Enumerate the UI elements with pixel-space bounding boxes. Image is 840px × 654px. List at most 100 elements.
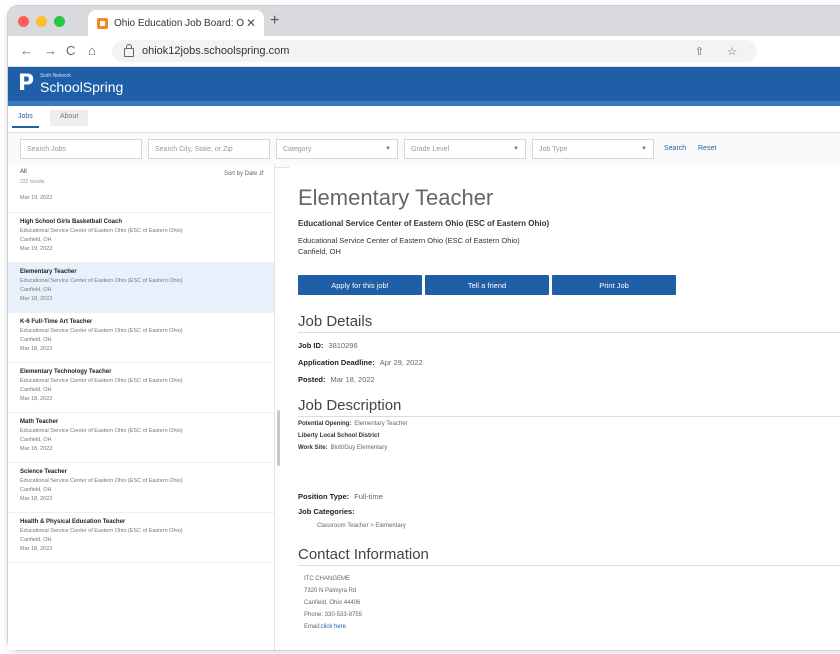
contact-email-label: Email: <box>304 624 321 630</box>
maximize-window-icon[interactable] <box>54 16 65 27</box>
job-location: Canfield, OH <box>20 487 52 493</box>
new-tab-icon[interactable]: + <box>270 12 279 30</box>
job-title: Elementary Teacher <box>20 269 77 275</box>
job-title: Science Teacher <box>20 469 67 475</box>
section-divider <box>298 332 840 333</box>
potential-opening-label: Potential Opening: <box>298 421 352 427</box>
sort-icon: ⇵ <box>258 171 264 177</box>
list-item[interactable]: High School Girls Basketball Coach Educa… <box>8 213 274 263</box>
address-bar[interactable]: ohiok12jobs.schoolspring.com ⇧ ☆ <box>112 40 757 62</box>
list-item[interactable]: Science Teacher Educational Service Cent… <box>8 463 274 513</box>
job-categories-label: Job Categories: <box>298 507 355 516</box>
brand-name[interactable]: SchoolSpring <box>40 79 123 95</box>
list-item[interactable]: K-6 Full-Time Art Teacher Educational Se… <box>8 313 274 363</box>
reset-button[interactable]: Reset <box>698 145 716 152</box>
work-site-row: Work Site: Blott/Guy Elementary <box>298 445 387 451</box>
job-id-row: Job ID: 3810296 <box>298 341 358 350</box>
job-date: Mar 18, 2022 <box>20 496 53 502</box>
search-location-input[interactable]: Search City, State, or Zip <box>148 139 270 159</box>
tab-jobs[interactable]: Jobs <box>12 113 39 128</box>
section-divider <box>298 416 840 417</box>
job-description-heading: Job Description <box>298 397 402 414</box>
job-org: Educational Service Center of Eastern Oh… <box>20 528 183 534</box>
contact-name: ITC CHANGEME <box>304 576 351 582</box>
chevron-down-icon: ▼ <box>641 146 647 152</box>
job-title: Math Teacher <box>20 419 59 425</box>
result-count: 222 results <box>20 179 45 185</box>
job-location: Canfield, OH <box>20 387 52 393</box>
job-id-value: 3810296 <box>328 341 358 350</box>
section-divider <box>298 565 840 566</box>
minimize-window-icon[interactable] <box>36 16 47 27</box>
job-date: Mar 18, 2022 <box>20 546 53 552</box>
job-location: Canfield, OH <box>20 337 52 343</box>
reload-icon[interactable]: C <box>66 43 75 58</box>
contact-heading: Contact Information <box>298 546 429 563</box>
sort-label: Sort by Date <box>223 171 258 177</box>
home-icon[interactable]: ⌂ <box>88 43 96 58</box>
job-date: Mar 18, 2022 <box>20 346 53 352</box>
browser-tab[interactable]: Ohio Education Job Board: On ✕ <box>88 10 264 36</box>
work-site-value: Blott/Guy Elementary <box>330 445 388 451</box>
job-date: Mar 19, 2022 <box>20 246 53 252</box>
posted-row: Posted: Mar 18, 2022 <box>298 375 375 384</box>
job-list-pane: All 222 results Sort by Date ⇵ Mar 19, 2… <box>8 165 275 650</box>
list-item[interactable]: Math Teacher Educational Service Center … <box>8 413 274 463</box>
list-filter-all[interactable]: All <box>20 169 27 175</box>
forward-icon[interactable]: → <box>44 43 57 58</box>
category-select[interactable]: Category ▼ <box>276 139 398 159</box>
browser-toolbar: ← → C ⌂ ohiok12jobs.schoolspring.com ⇧ ☆ <box>8 36 840 67</box>
work-site-label: Work Site: <box>298 445 328 451</box>
contact-address-1: 7320 N Palmyra Rd <box>304 588 357 594</box>
search-button[interactable]: Search <box>664 145 686 152</box>
deadline-row: Application Deadline: Apr 29, 2022 <box>298 358 423 367</box>
close-window-icon[interactable] <box>18 16 29 27</box>
list-item[interactable]: Mar 19, 2022 <box>8 193 274 213</box>
contact-phone: Phone: 330-533-8755 <box>304 612 363 618</box>
grade-level-placeholder: Grade Level <box>411 145 450 153</box>
job-category-value: Classroom Teacher > Elementary <box>314 523 406 529</box>
job-type-select[interactable]: Job Type ▼ <box>532 139 654 159</box>
employer-line: Educational Service Center of Eastern Oh… <box>298 236 520 245</box>
job-org: Educational Service Center of Eastern Oh… <box>20 278 183 284</box>
job-location: Canfield, OH <box>20 537 52 543</box>
list-item-selected[interactable]: Elementary Teacher Educational Service C… <box>8 263 274 313</box>
back-icon[interactable]: ← <box>20 43 33 58</box>
apply-button[interactable]: Apply for this job! <box>298 275 422 295</box>
district-row: Liberty Local School District <box>298 433 379 439</box>
list-item[interactable]: Elementary Technology Teacher Educationa… <box>8 363 274 413</box>
contact-address-2: Canfield, Ohio 44406 <box>304 600 361 606</box>
job-date: Mar 18, 2022 <box>20 296 53 302</box>
position-type-row: Position Type: Full-time <box>298 492 383 501</box>
sort-by-date[interactable]: Sort by Date ⇵ <box>224 170 264 177</box>
chevron-down-icon: ▼ <box>513 146 519 152</box>
schoolspring-logo-icon[interactable]: P <box>18 73 34 95</box>
tab-about[interactable]: About <box>50 110 89 126</box>
job-title: Health & Physical Education Teacher <box>20 519 126 525</box>
job-title: High School Girls Basketball Coach <box>20 219 123 225</box>
filter-bar: Search Jobs Search City, State, or Zip C… <box>8 133 840 168</box>
category-placeholder: Category <box>283 145 312 153</box>
job-title: Elementary Technology Teacher <box>20 369 112 375</box>
list-header: All 222 results Sort by Date ⇵ <box>8 165 274 193</box>
share-bookmark-icons[interactable]: ⇧ ☆ <box>695 45 747 58</box>
page-tabs: Jobs About <box>8 106 840 133</box>
job-org: Educational Service Center of Eastern Oh… <box>20 428 183 434</box>
posted-label: Posted: <box>298 375 326 384</box>
grade-level-select[interactable]: Grade Level ▼ <box>404 139 526 159</box>
email-link[interactable]: click here <box>321 624 346 630</box>
chevron-down-icon: ▼ <box>385 146 391 152</box>
employer-city: Canfield, OH <box>298 247 341 256</box>
employer-name: Educational Service Center of Eastern Oh… <box>298 219 550 228</box>
search-jobs-input[interactable]: Search Jobs <box>20 139 142 159</box>
print-job-button[interactable]: Print Job <box>552 275 676 295</box>
job-location: Canfield, OH <box>20 437 52 443</box>
lock-icon <box>124 43 134 57</box>
list-scrollbar[interactable] <box>277 410 280 466</box>
tell-a-friend-button[interactable]: Tell a friend <box>425 275 549 295</box>
list-item[interactable]: Health & Physical Education Teacher Educ… <box>8 513 274 563</box>
tab-close-icon[interactable]: ✕ <box>244 16 258 30</box>
tab-strip: Ohio Education Job Board: On ✕ + <box>8 6 840 36</box>
job-date: Mar 19, 2022 <box>20 195 53 201</box>
page-title: Elementary Teacher <box>298 185 494 210</box>
